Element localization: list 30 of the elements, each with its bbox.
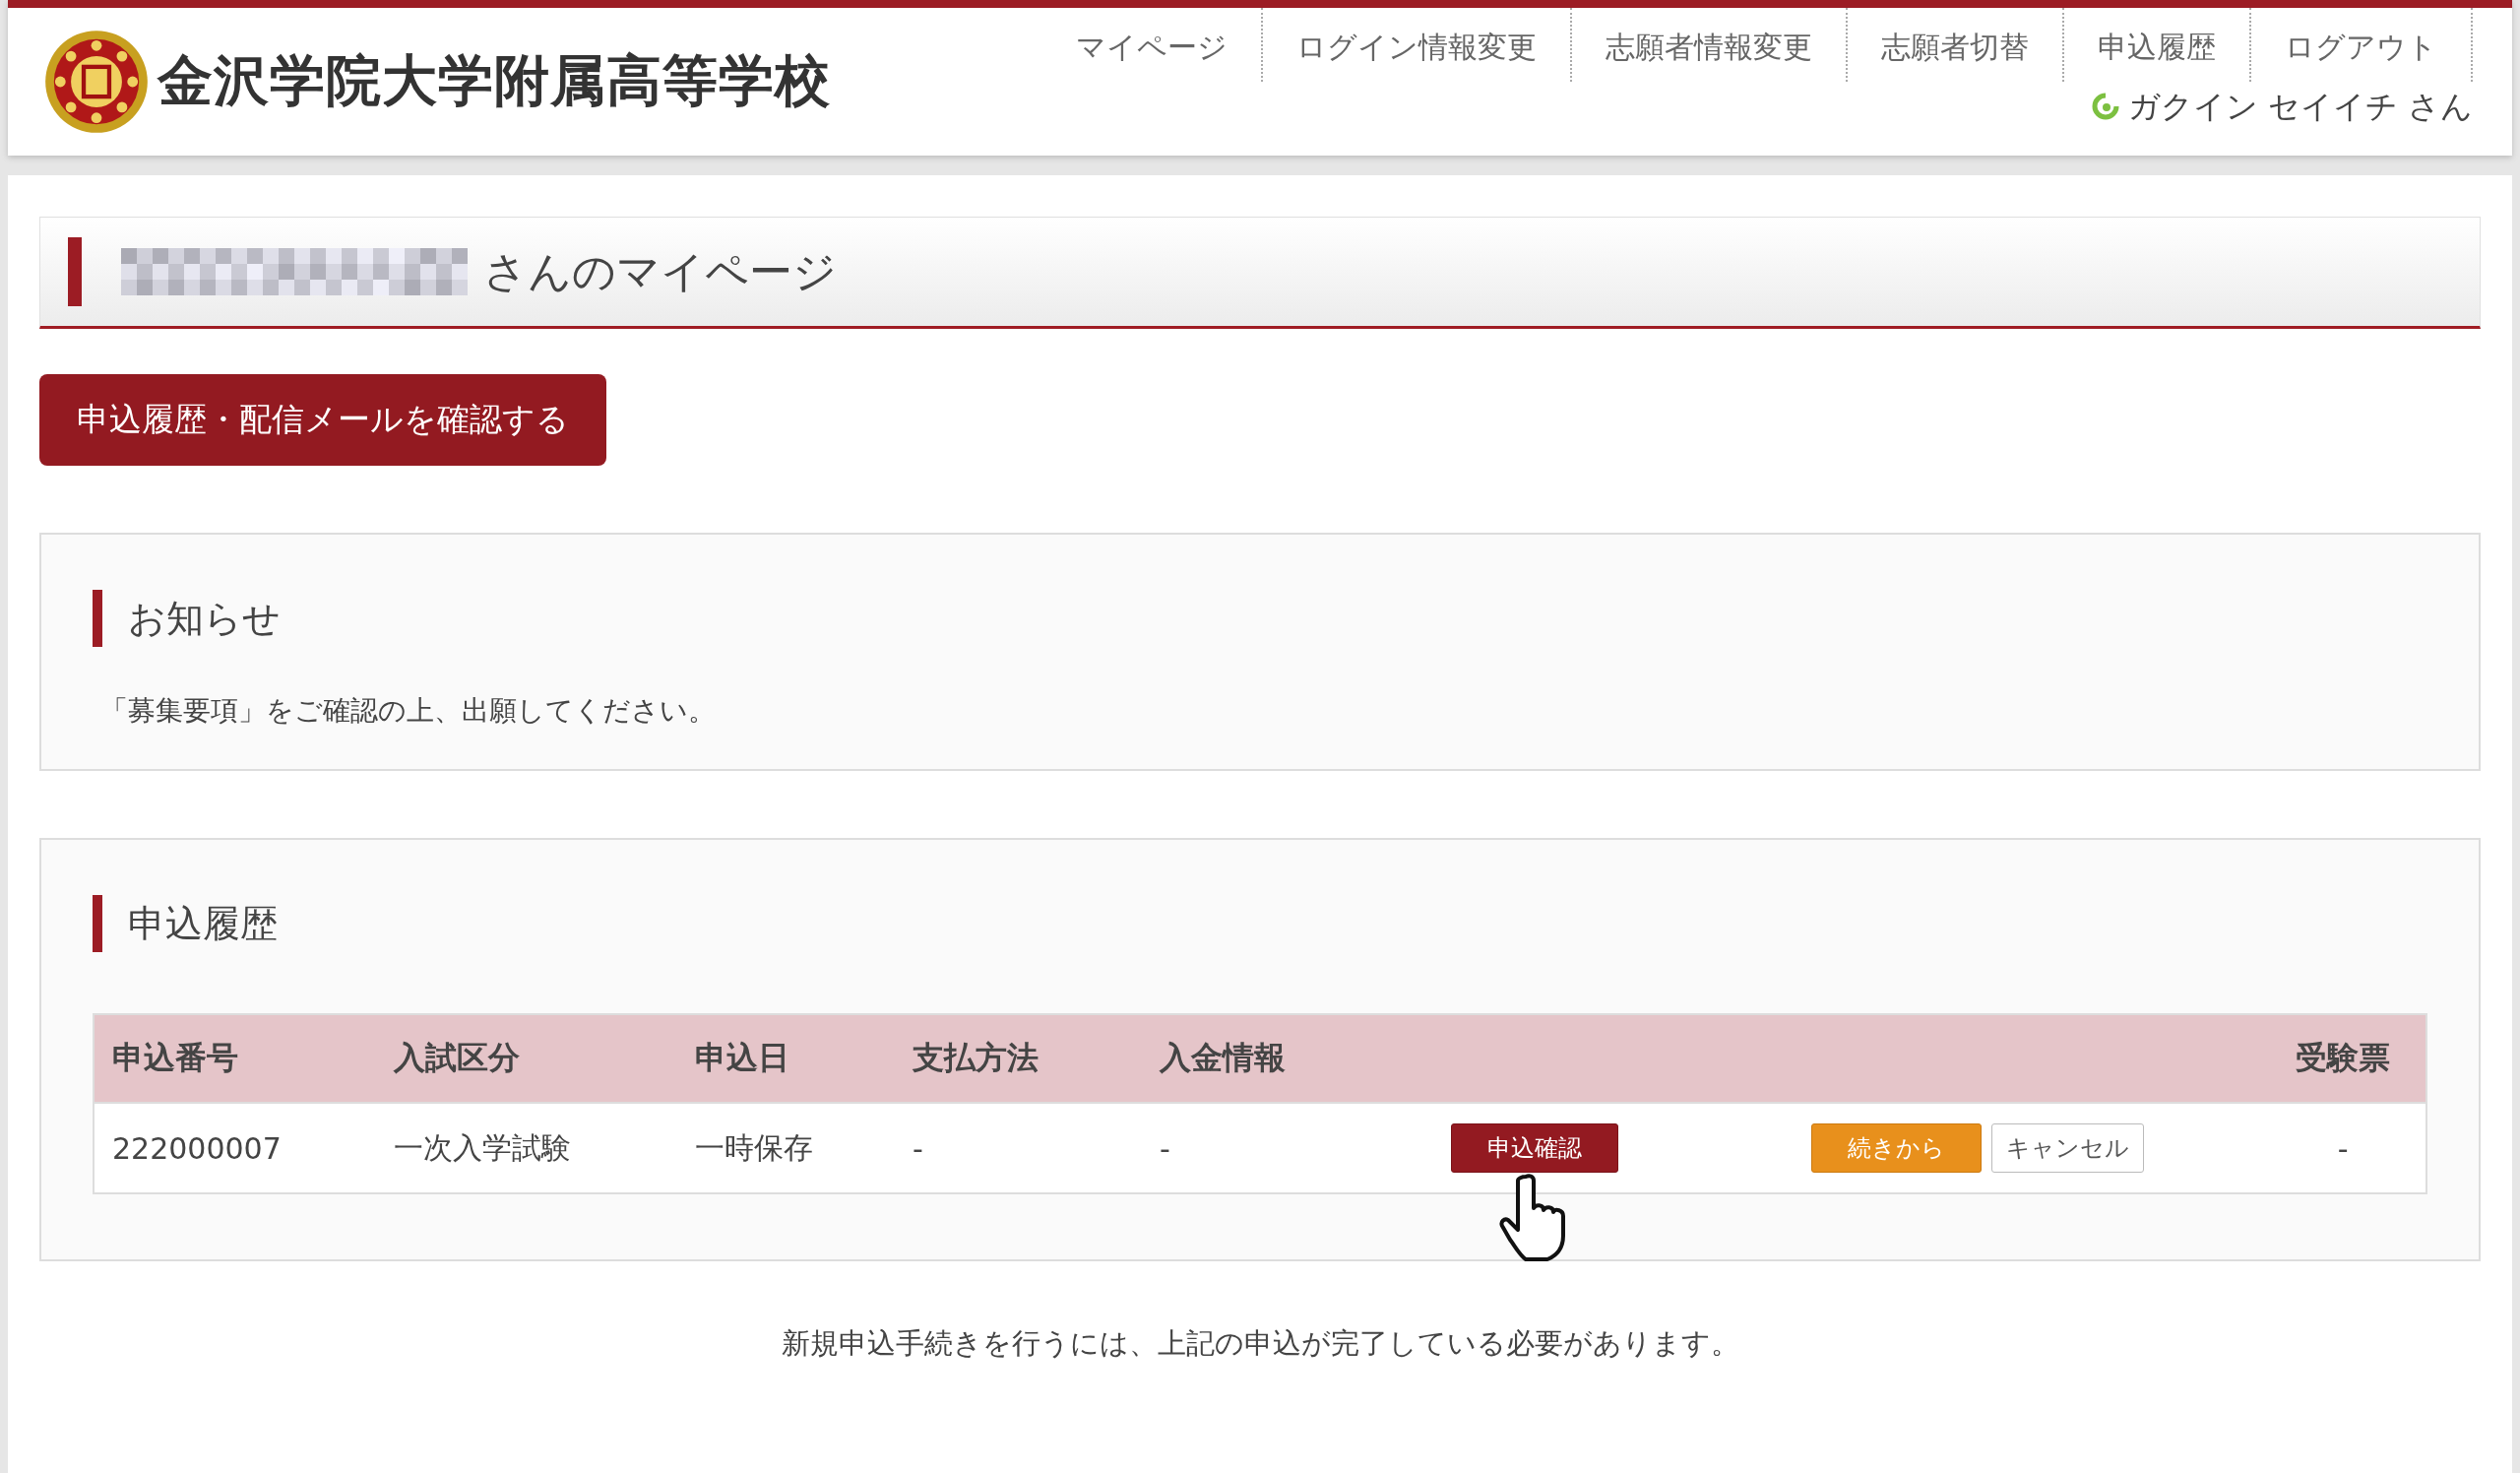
table-cell: - [913,1130,923,1166]
column-header: 支払方法 [895,1014,1142,1103]
column-header: 申込日 [677,1014,895,1103]
table-cell: - [2337,1130,2349,1166]
nav-link[interactable]: ログイン情報変更 [1263,8,1572,82]
nav-link[interactable]: 志願者切替 [1848,8,2064,82]
table-cell: 一時保存 [695,1129,813,1165]
column-header: 受験票 [2260,1014,2426,1103]
nav-link[interactable]: 申込履歴 [2064,8,2251,82]
history-button[interactable]: 申込履歴・配信メールを確認する [39,374,606,466]
section-heading: 申込履歴 [93,895,2427,952]
user-greeting: ガクイン セイイチ さん [2127,87,2473,127]
page-title: さんのマイページ [483,244,837,298]
school-name: 金沢学院大学附属高等学校 [158,47,831,114]
footer-note: 新規申込手続きを行うには、上記の申込が完了している必要があります。 [781,1325,1739,1362]
notice-text: 「募集要項」をご確認の上、出願してください。 [100,693,717,729]
nav-link[interactable]: ログアウト [2251,8,2473,82]
table-cell: 222000007 [112,1130,282,1166]
table-cell: - [1160,1130,1170,1166]
section-heading: お知らせ [93,590,2427,647]
cancel-button[interactable]: キャンセル [1990,1123,2144,1173]
table-cell: 一次入学試験 [394,1129,571,1165]
nav-link[interactable]: 志願者情報変更 [1572,8,1848,82]
column-header: 入金情報 [1142,1014,1433,1103]
column-header: 申込番号 [94,1014,376,1103]
school-emblem-icon [43,29,150,135]
column-header: 入試区分 [376,1014,677,1103]
accent-bar [68,237,82,306]
confirm-button[interactable]: 申込確認 [1451,1123,1618,1173]
nav-link[interactable]: マイページ [1042,8,1263,82]
